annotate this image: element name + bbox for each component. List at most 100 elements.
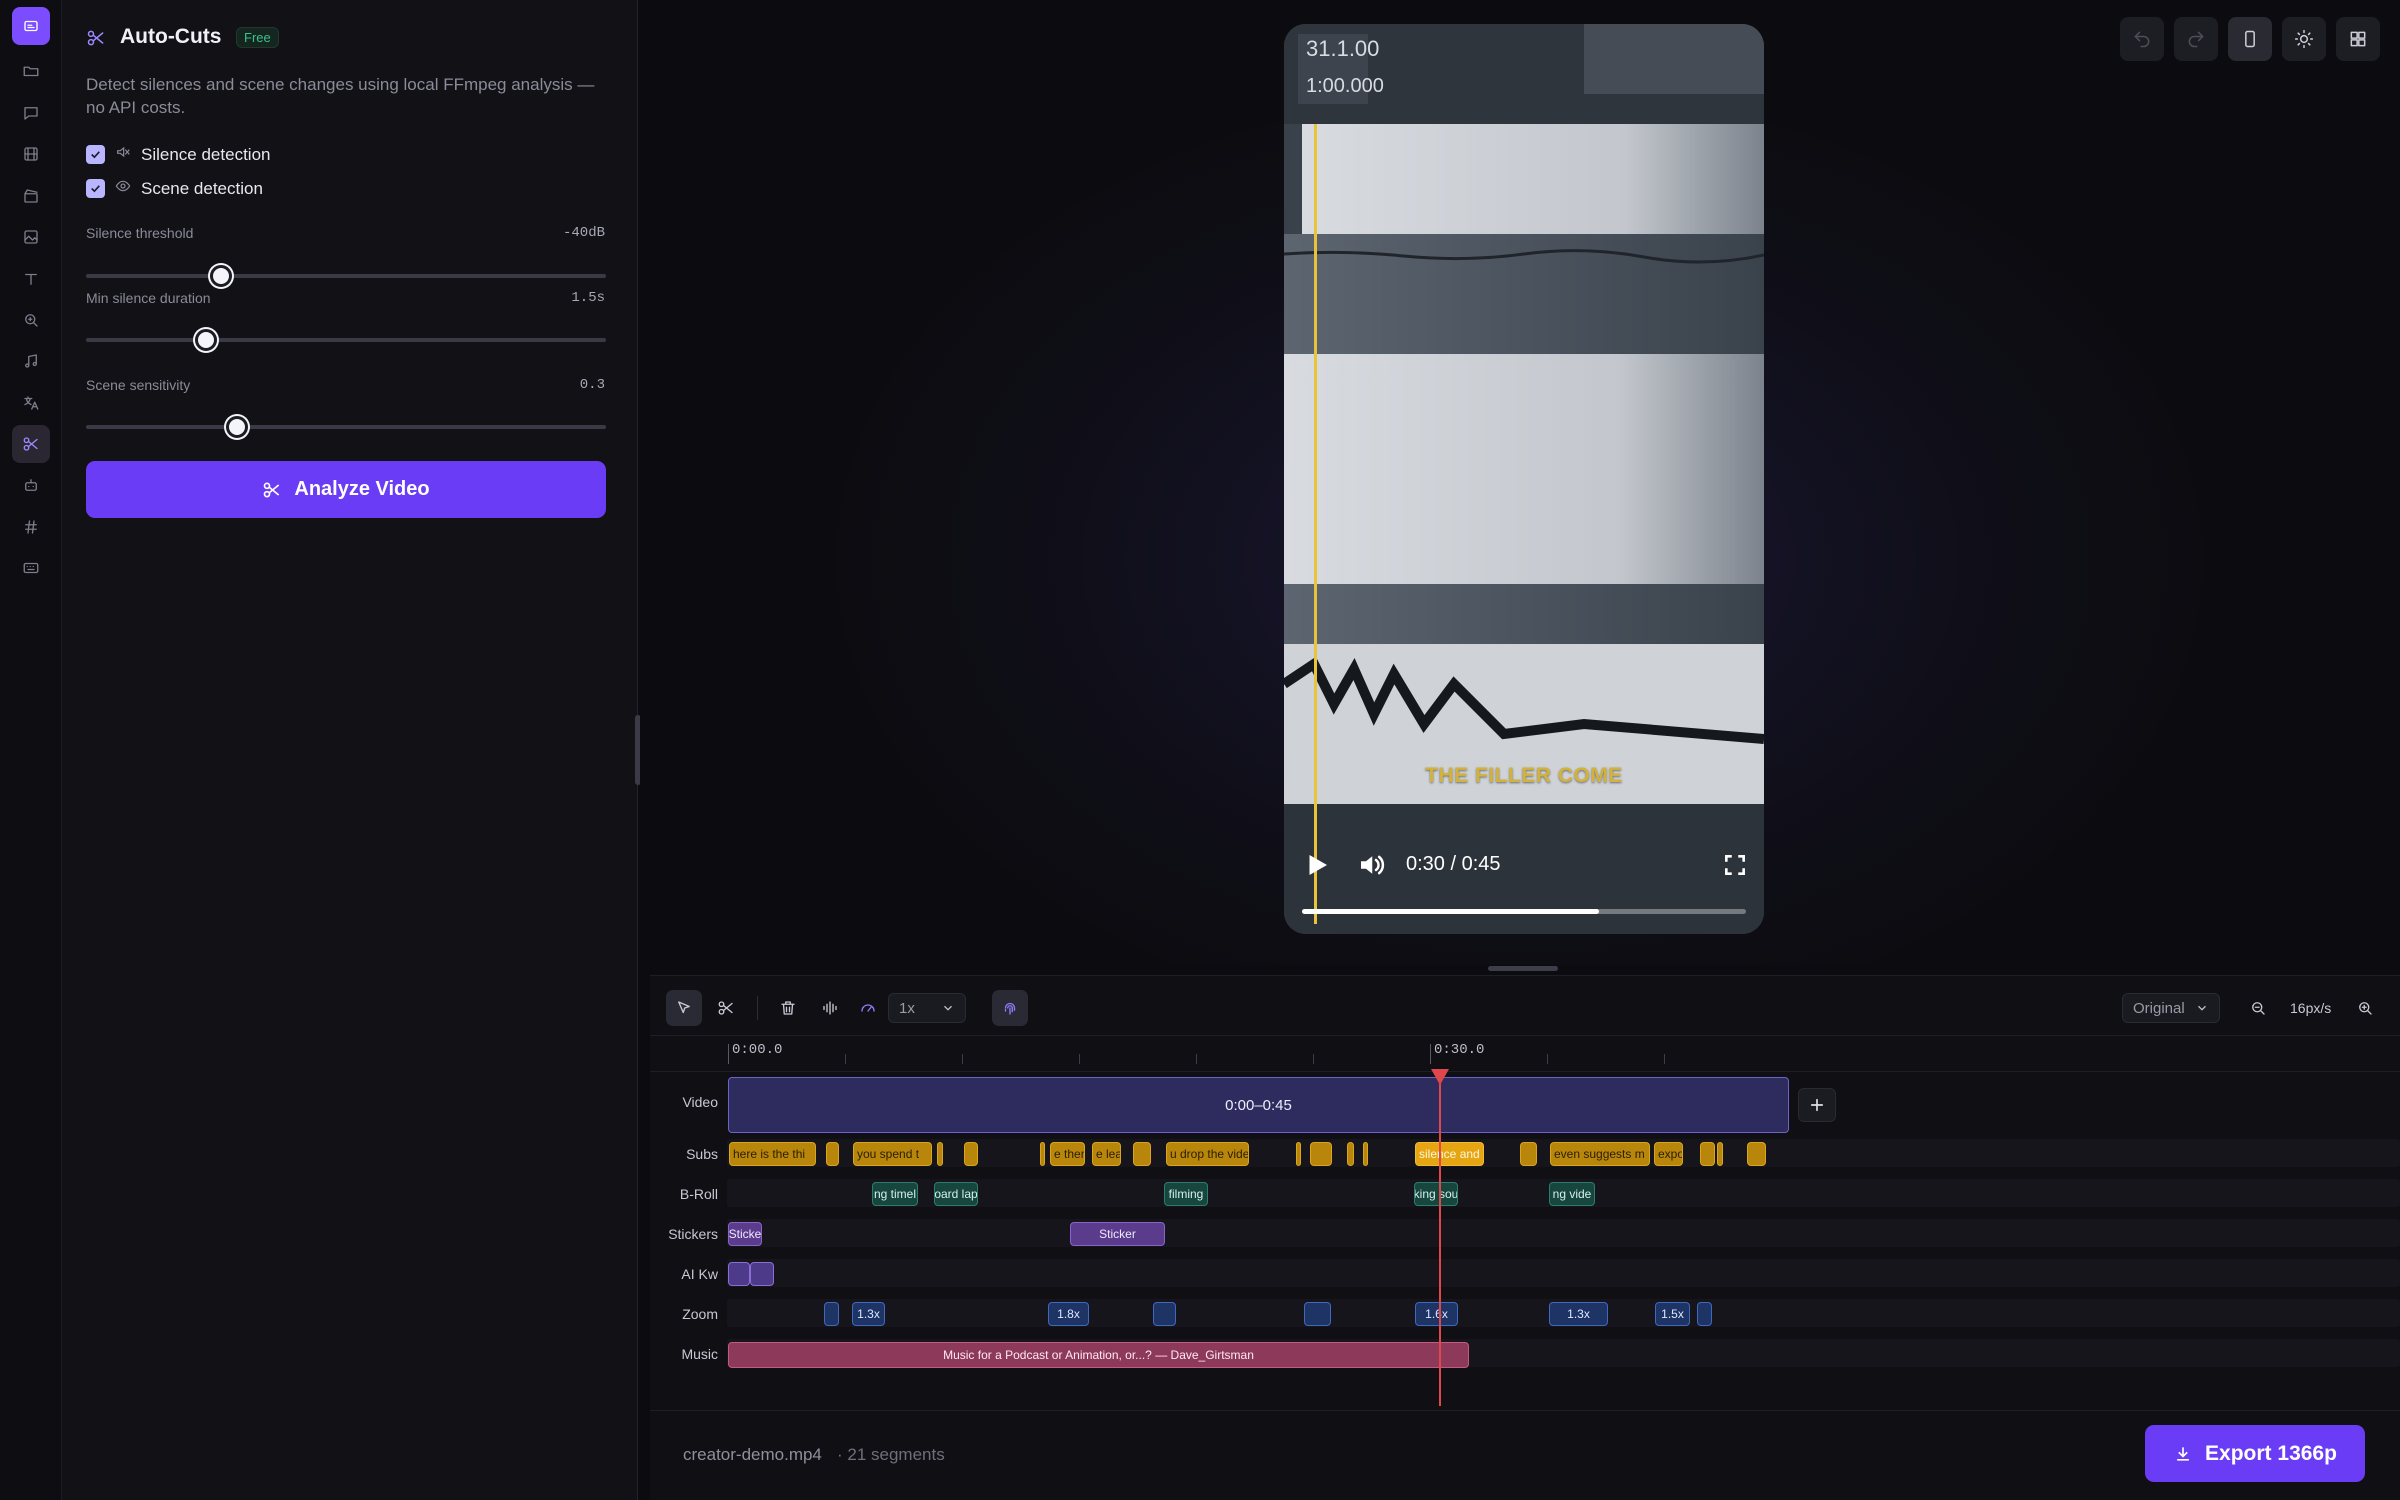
- video-clip[interactable]: 0:00–0:45: [728, 1077, 1789, 1133]
- subtitle-clip[interactable]: here is the thi: [729, 1142, 816, 1166]
- zoom-icon[interactable]: [12, 301, 50, 339]
- subtitle-clip[interactable]: e ther: [1050, 1142, 1085, 1166]
- phone-icon: [2245, 30, 2255, 48]
- min-silence-duration-label: Min silence duration: [86, 290, 211, 306]
- free-badge: Free: [236, 27, 279, 48]
- keyboard-icon[interactable]: [12, 549, 50, 587]
- subtitle-clip[interactable]: [1747, 1142, 1766, 1166]
- folder-icon[interactable]: [12, 52, 50, 90]
- subtitle-clip[interactable]: [964, 1142, 978, 1166]
- zoom-out-button[interactable]: [2240, 990, 2276, 1026]
- hashtag-icon[interactable]: [12, 508, 50, 546]
- subtitle-clip[interactable]: [1347, 1142, 1354, 1166]
- split-tool-button[interactable]: [708, 990, 744, 1026]
- image-icon[interactable]: [12, 218, 50, 256]
- ai-keyword-clip[interactable]: [728, 1262, 750, 1286]
- undo-button[interactable]: [2120, 17, 2164, 61]
- add-clip-button[interactable]: [1798, 1088, 1836, 1122]
- panel-description: Detect silences and scene changes using …: [86, 75, 595, 117]
- zoom-clip[interactable]: 1.8x: [1048, 1302, 1089, 1326]
- film-icon[interactable]: [12, 135, 50, 173]
- captions-icon[interactable]: [12, 94, 50, 132]
- speed-button[interactable]: [850, 990, 886, 1026]
- subtitle-clip[interactable]: [1040, 1142, 1045, 1166]
- subtitle-clip[interactable]: [1296, 1142, 1301, 1166]
- sticker-clip[interactable]: Sticke: [728, 1222, 762, 1246]
- analyze-video-button[interactable]: Analyze Video: [86, 461, 606, 518]
- zoom-clip[interactable]: [1153, 1302, 1176, 1326]
- theme-toggle-button[interactable]: [2282, 17, 2326, 61]
- silence-detection-option[interactable]: Silence detection: [86, 144, 270, 165]
- silence-detection-label: Silence detection: [141, 144, 271, 164]
- silence-threshold-thumb[interactable]: [210, 265, 233, 287]
- subtitle-clip[interactable]: expo: [1654, 1142, 1683, 1166]
- subtitle-clip[interactable]: [937, 1142, 943, 1166]
- scene-detection-checkbox[interactable]: [86, 179, 105, 198]
- text-icon[interactable]: [12, 260, 50, 298]
- play-button[interactable]: [1302, 850, 1332, 885]
- track-label-subs: Subs: [686, 1146, 718, 1162]
- music-clip[interactable]: Music for a Podcast or Animation, or...?…: [728, 1342, 1469, 1368]
- subtitle-clip[interactable]: e leas: [1092, 1142, 1121, 1166]
- sticker-clip[interactable]: Sticker: [1070, 1222, 1165, 1246]
- subtitle-clip[interactable]: [1133, 1142, 1151, 1166]
- stickers-track: [727, 1219, 2400, 1247]
- ai-keyword-clip[interactable]: [750, 1262, 774, 1286]
- min-silence-duration-slider[interactable]: [86, 338, 606, 342]
- zoom-clip[interactable]: 1.3x: [1549, 1302, 1608, 1326]
- layout-button[interactable]: [2336, 17, 2380, 61]
- zoom-clip[interactable]: [1304, 1302, 1331, 1326]
- subtitle-clip[interactable]: [826, 1142, 839, 1166]
- export-button[interactable]: Export 1366p: [2145, 1425, 2365, 1482]
- zoom-clip[interactable]: 1.3x: [852, 1302, 885, 1326]
- zoom-clip[interactable]: 1.6x: [1415, 1302, 1458, 1326]
- zoom-in-button[interactable]: [2347, 990, 2383, 1026]
- min-silence-duration-thumb[interactable]: [194, 329, 217, 351]
- broll-clip[interactable]: ng vide: [1549, 1182, 1595, 1206]
- delete-button[interactable]: [770, 990, 806, 1026]
- subtitle-clip[interactable]: [1700, 1142, 1715, 1166]
- scissors-icon[interactable]: [12, 425, 50, 463]
- stage-resize-handle[interactable]: [1488, 966, 1558, 971]
- fullscreen-button[interactable]: [1722, 852, 1748, 883]
- redo-button[interactable]: [2174, 17, 2218, 61]
- broll-clip[interactable]: filming: [1164, 1182, 1208, 1206]
- select-tool-button[interactable]: [666, 990, 702, 1026]
- magnet-snap-button[interactable]: [992, 990, 1028, 1026]
- scene-sensitivity-slider[interactable]: [86, 425, 606, 429]
- zoom-clip[interactable]: [824, 1302, 839, 1326]
- scene-detection-option[interactable]: Scene detection: [86, 178, 263, 199]
- subtitle-clip[interactable]: silence and: [1415, 1142, 1484, 1166]
- broll-clip[interactable]: king sou: [1414, 1182, 1458, 1206]
- track-label-ai-kw: AI Kw: [681, 1266, 718, 1282]
- zoom-clip[interactable]: [1697, 1302, 1712, 1326]
- subtitle-clip[interactable]: even suggests m: [1550, 1142, 1650, 1166]
- speed-select[interactable]: 1x: [888, 993, 966, 1023]
- volume-button[interactable]: [1356, 850, 1386, 885]
- video-frame: 31.1.00 1:00.000: [1284, 24, 1764, 934]
- time-display: 0:30 / 0:45: [1406, 853, 1501, 875]
- timeline: 1x Original 16px/s 0:00.0 0:30.0 Video 0…: [650, 975, 2400, 1410]
- video-preview[interactable]: 31.1.00 1:00.000 THE FILLER COME 0:30 / …: [1284, 24, 1764, 934]
- robot-icon[interactable]: [12, 466, 50, 504]
- subtitle-clip[interactable]: you spend t: [853, 1142, 932, 1166]
- scene-sensitivity-thumb[interactable]: [225, 416, 248, 438]
- translate-icon[interactable]: [12, 384, 50, 422]
- music-icon[interactable]: [12, 342, 50, 380]
- zoom-clip[interactable]: 1.5x: [1655, 1302, 1690, 1326]
- aspect-select[interactable]: Original: [2122, 993, 2220, 1023]
- silence-threshold-slider[interactable]: [86, 274, 606, 278]
- silence-detection-checkbox[interactable]: [86, 145, 105, 164]
- portrait-mode-button[interactable]: [2228, 17, 2272, 61]
- waveform-button[interactable]: [812, 990, 848, 1026]
- subtitle-clip[interactable]: [1310, 1142, 1332, 1166]
- subtitle-clip[interactable]: u drop the vide: [1166, 1142, 1249, 1166]
- subtitle-clip[interactable]: [1363, 1142, 1368, 1166]
- subtitle-clip[interactable]: [1520, 1142, 1537, 1166]
- clapper-icon[interactable]: [12, 177, 50, 215]
- subtitle-clip[interactable]: [1717, 1142, 1723, 1166]
- ruler-minor-tick: [1079, 1054, 1080, 1064]
- app-logo-icon[interactable]: [12, 7, 50, 45]
- broll-clip[interactable]: oard lap: [934, 1182, 978, 1206]
- broll-clip[interactable]: ng timel: [872, 1182, 918, 1206]
